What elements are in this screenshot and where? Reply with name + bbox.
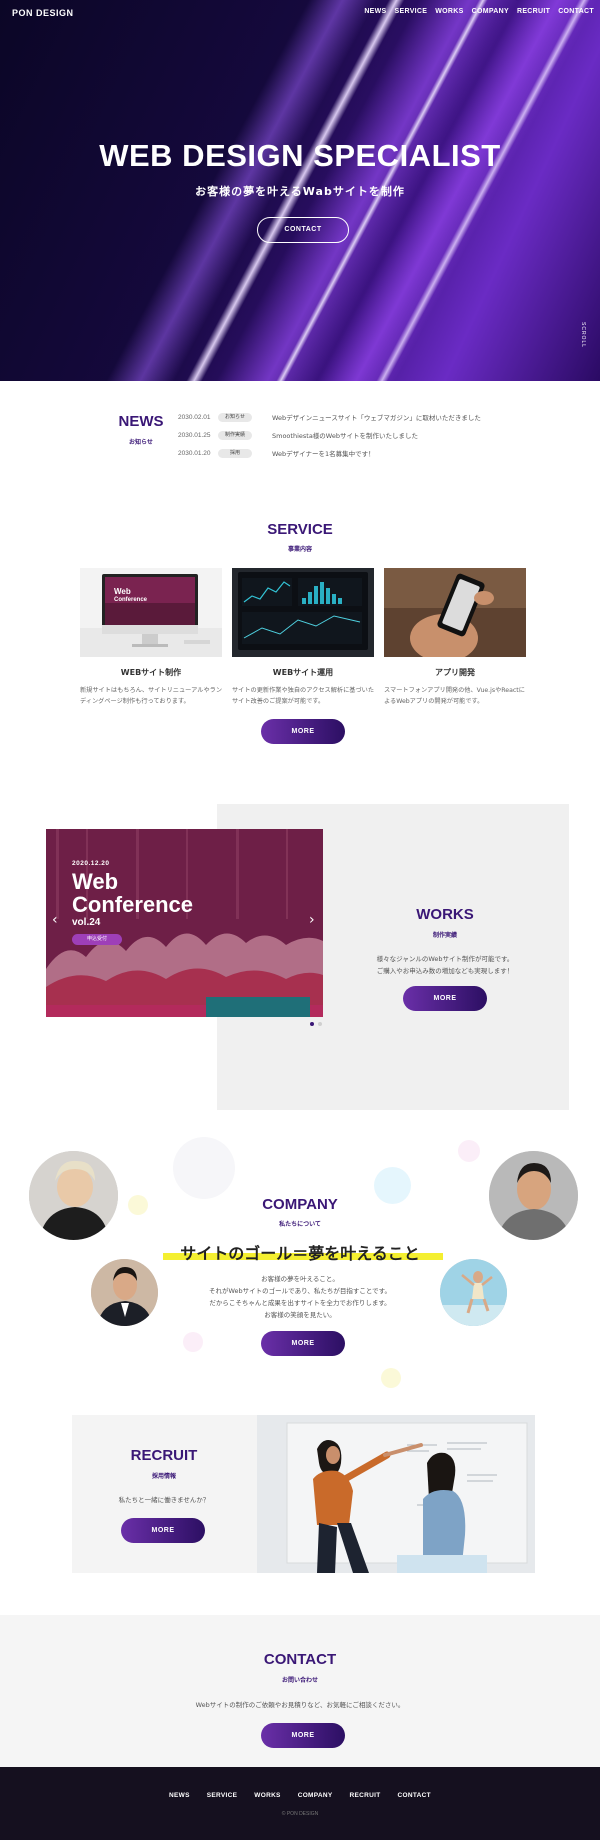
works-slide-date: 2020.12.20 — [72, 860, 110, 867]
footer-nav-contact[interactable]: CONTACT — [398, 1792, 431, 1799]
recruit-subtitle: 採用情報 — [151, 1473, 176, 1480]
contact-more-button[interactable]: MORE — [261, 1723, 345, 1748]
contact-subtitle: お問い合わせ — [281, 1677, 318, 1684]
news-item[interactable]: 2030.02.01 お知らせ Webデザインニュースサイト「ウェブマガジン」に… — [178, 412, 481, 422]
service-name: WEBサイト制作 — [120, 668, 182, 677]
works-slide-tag: 申込受付 — [72, 934, 122, 945]
works-slide-heading: Conference — [72, 892, 194, 917]
svg-text:Web: Web — [114, 587, 131, 596]
news-item[interactable]: 2030.01.25 制作実績 Smoothiesta様のWebサイトを制作いた… — [178, 430, 418, 440]
company-text: お客様の笑顔を見たい。 — [264, 1311, 336, 1319]
works-slide-heading: Web — [72, 869, 119, 894]
news-date: 2030.01.25 — [178, 431, 211, 439]
footer-nav-recruit[interactable]: RECRUIT — [350, 1792, 381, 1799]
footer-nav-company[interactable]: COMPANY — [298, 1792, 333, 1799]
works-more-button[interactable]: MORE — [403, 986, 487, 1011]
service-description: スマートフォンアプリ開発の他、Vue.jsやReactによるWebアプリの開発が… — [384, 687, 525, 705]
nav-recruit[interactable]: RECRUIT — [517, 8, 550, 15]
service-name: アプリ開発 — [435, 668, 475, 677]
news-item[interactable]: 2030.01.20 採用 Webデザイナーを1名募集中です！ — [178, 448, 375, 458]
nav-contact[interactable]: CONTACT — [558, 8, 594, 15]
works-title: WORKS — [416, 906, 474, 923]
company-text: それがWebサイトのゴールであり、私たちが目指すことです。 — [208, 1287, 391, 1295]
works-slide-vol: vol.24 — [72, 917, 101, 928]
slider-next-arrow-icon[interactable]: › — [309, 913, 315, 927]
footer-nav-service[interactable]: SERVICE — [207, 1792, 238, 1799]
hero-title: WEB DESIGN SPECIALIST — [99, 138, 501, 173]
company-more-button[interactable]: MORE — [261, 1331, 345, 1356]
service-description: 新規サイトはもちろん、サイトリニューアルやランディングページ制作も行っております… — [80, 687, 223, 705]
news-date: 2030.01.20 — [178, 449, 211, 457]
nav-service[interactable]: SERVICE — [395, 8, 428, 15]
company-text: だからこそちゃんと成果を出すサイトを全力でお作りします。 — [209, 1299, 391, 1307]
news-category-badge: 制作実績 — [218, 430, 252, 440]
footer-nav-news[interactable]: NEWS — [169, 1792, 190, 1799]
service-image-app-development — [384, 568, 526, 657]
nav-works[interactable]: WORKS — [435, 8, 463, 15]
service-image-web-production: Web Conference — [80, 568, 222, 657]
nav-news[interactable]: NEWS — [364, 8, 386, 15]
service-subtitle: 事業内容 — [287, 546, 312, 553]
decor-bubble — [381, 1368, 401, 1388]
slider-dot-active[interactable] — [310, 1022, 314, 1026]
news-category-badge: 採用 — [218, 448, 252, 458]
slider-prev-arrow-icon[interactable]: ‹ — [52, 913, 58, 927]
recruit-more-button[interactable]: MORE — [121, 1518, 205, 1543]
hero-subtitle: お客様の夢を叶えるWabサイトを制作 — [195, 185, 405, 198]
hero-contact-button[interactable]: CONTACT — [257, 217, 349, 243]
company-lead: サイトのゴール＝夢を叶えること — [180, 1244, 420, 1263]
decor-bubble — [183, 1332, 203, 1352]
nav-company[interactable]: COMPANY — [472, 8, 509, 15]
global-nav: NEWS SERVICE WORKS COMPANY RECRUIT CONTA… — [364, 8, 594, 15]
recruit-photo — [257, 1415, 535, 1573]
copyright: © PON DESIGN — [281, 1811, 319, 1817]
company-subtitle: 私たちについて — [279, 1221, 321, 1228]
footer-nav: NEWS SERVICE WORKS COMPANY RECRUIT CONTA… — [0, 1792, 600, 1799]
works-subtitle: 制作実績 — [432, 932, 457, 939]
news-category-badge: お知らせ — [218, 412, 252, 422]
contact-title: CONTACT — [263, 1651, 337, 1668]
scroll-indicator[interactable]: SCROLL — [580, 322, 586, 348]
hero-section: PON DESIGN NEWS SERVICE WORKS COMPANY RE… — [0, 0, 600, 381]
footer — [0, 1767, 600, 1840]
news-text[interactable]: Smoothiesta様のWebサイトを制作いたしました — [272, 430, 418, 440]
service-name: WEBサイト運用 — [272, 668, 334, 677]
decor-bubble — [173, 1137, 235, 1199]
company-text: お客様の夢を叶えること。 — [261, 1275, 339, 1283]
news-text[interactable]: Webデザイナーを1名募集中です！ — [272, 448, 375, 458]
site-logo[interactable]: PON DESIGN — [12, 8, 74, 18]
slider-dot[interactable] — [318, 1022, 322, 1026]
works-slider[interactable]: 2020.12.20 Web Conference vol.24 申込受付 ‹ … — [46, 829, 323, 1017]
news-text[interactable]: Webデザインニュースサイト「ウェブマガジン」に取材いただきました — [272, 412, 481, 422]
recruit-title: RECRUIT — [130, 1447, 198, 1464]
works-text: ご購入やお申込み数の増加なども実現します！ — [376, 967, 514, 975]
decor-bubble — [458, 1140, 480, 1162]
company-title: COMPANY — [262, 1196, 338, 1213]
contact-text: Webサイトの制作のご依頼やお見積りなど、お気軽にご相談ください。 — [195, 1701, 405, 1709]
svg-text:Conference: Conference — [114, 597, 148, 603]
recruit-text: 私たちと一緒に働きませんか？ — [118, 1496, 210, 1504]
works-text: 様々なジャンルのWebサイト制作が可能です。 — [376, 955, 514, 963]
service-title: SERVICE — [267, 521, 333, 538]
service-description: サイトの更新作業や独自のアクセス解析に基づいたサイト改善のご提案が可能です。 — [232, 687, 375, 705]
news-subtitle: お知らせ — [129, 439, 153, 446]
service-image-web-operation — [232, 568, 374, 657]
news-date: 2030.02.01 — [178, 413, 211, 421]
footer-nav-works[interactable]: WORKS — [254, 1792, 280, 1799]
service-more-button[interactable]: MORE — [261, 719, 345, 744]
news-title: NEWS — [118, 413, 164, 430]
